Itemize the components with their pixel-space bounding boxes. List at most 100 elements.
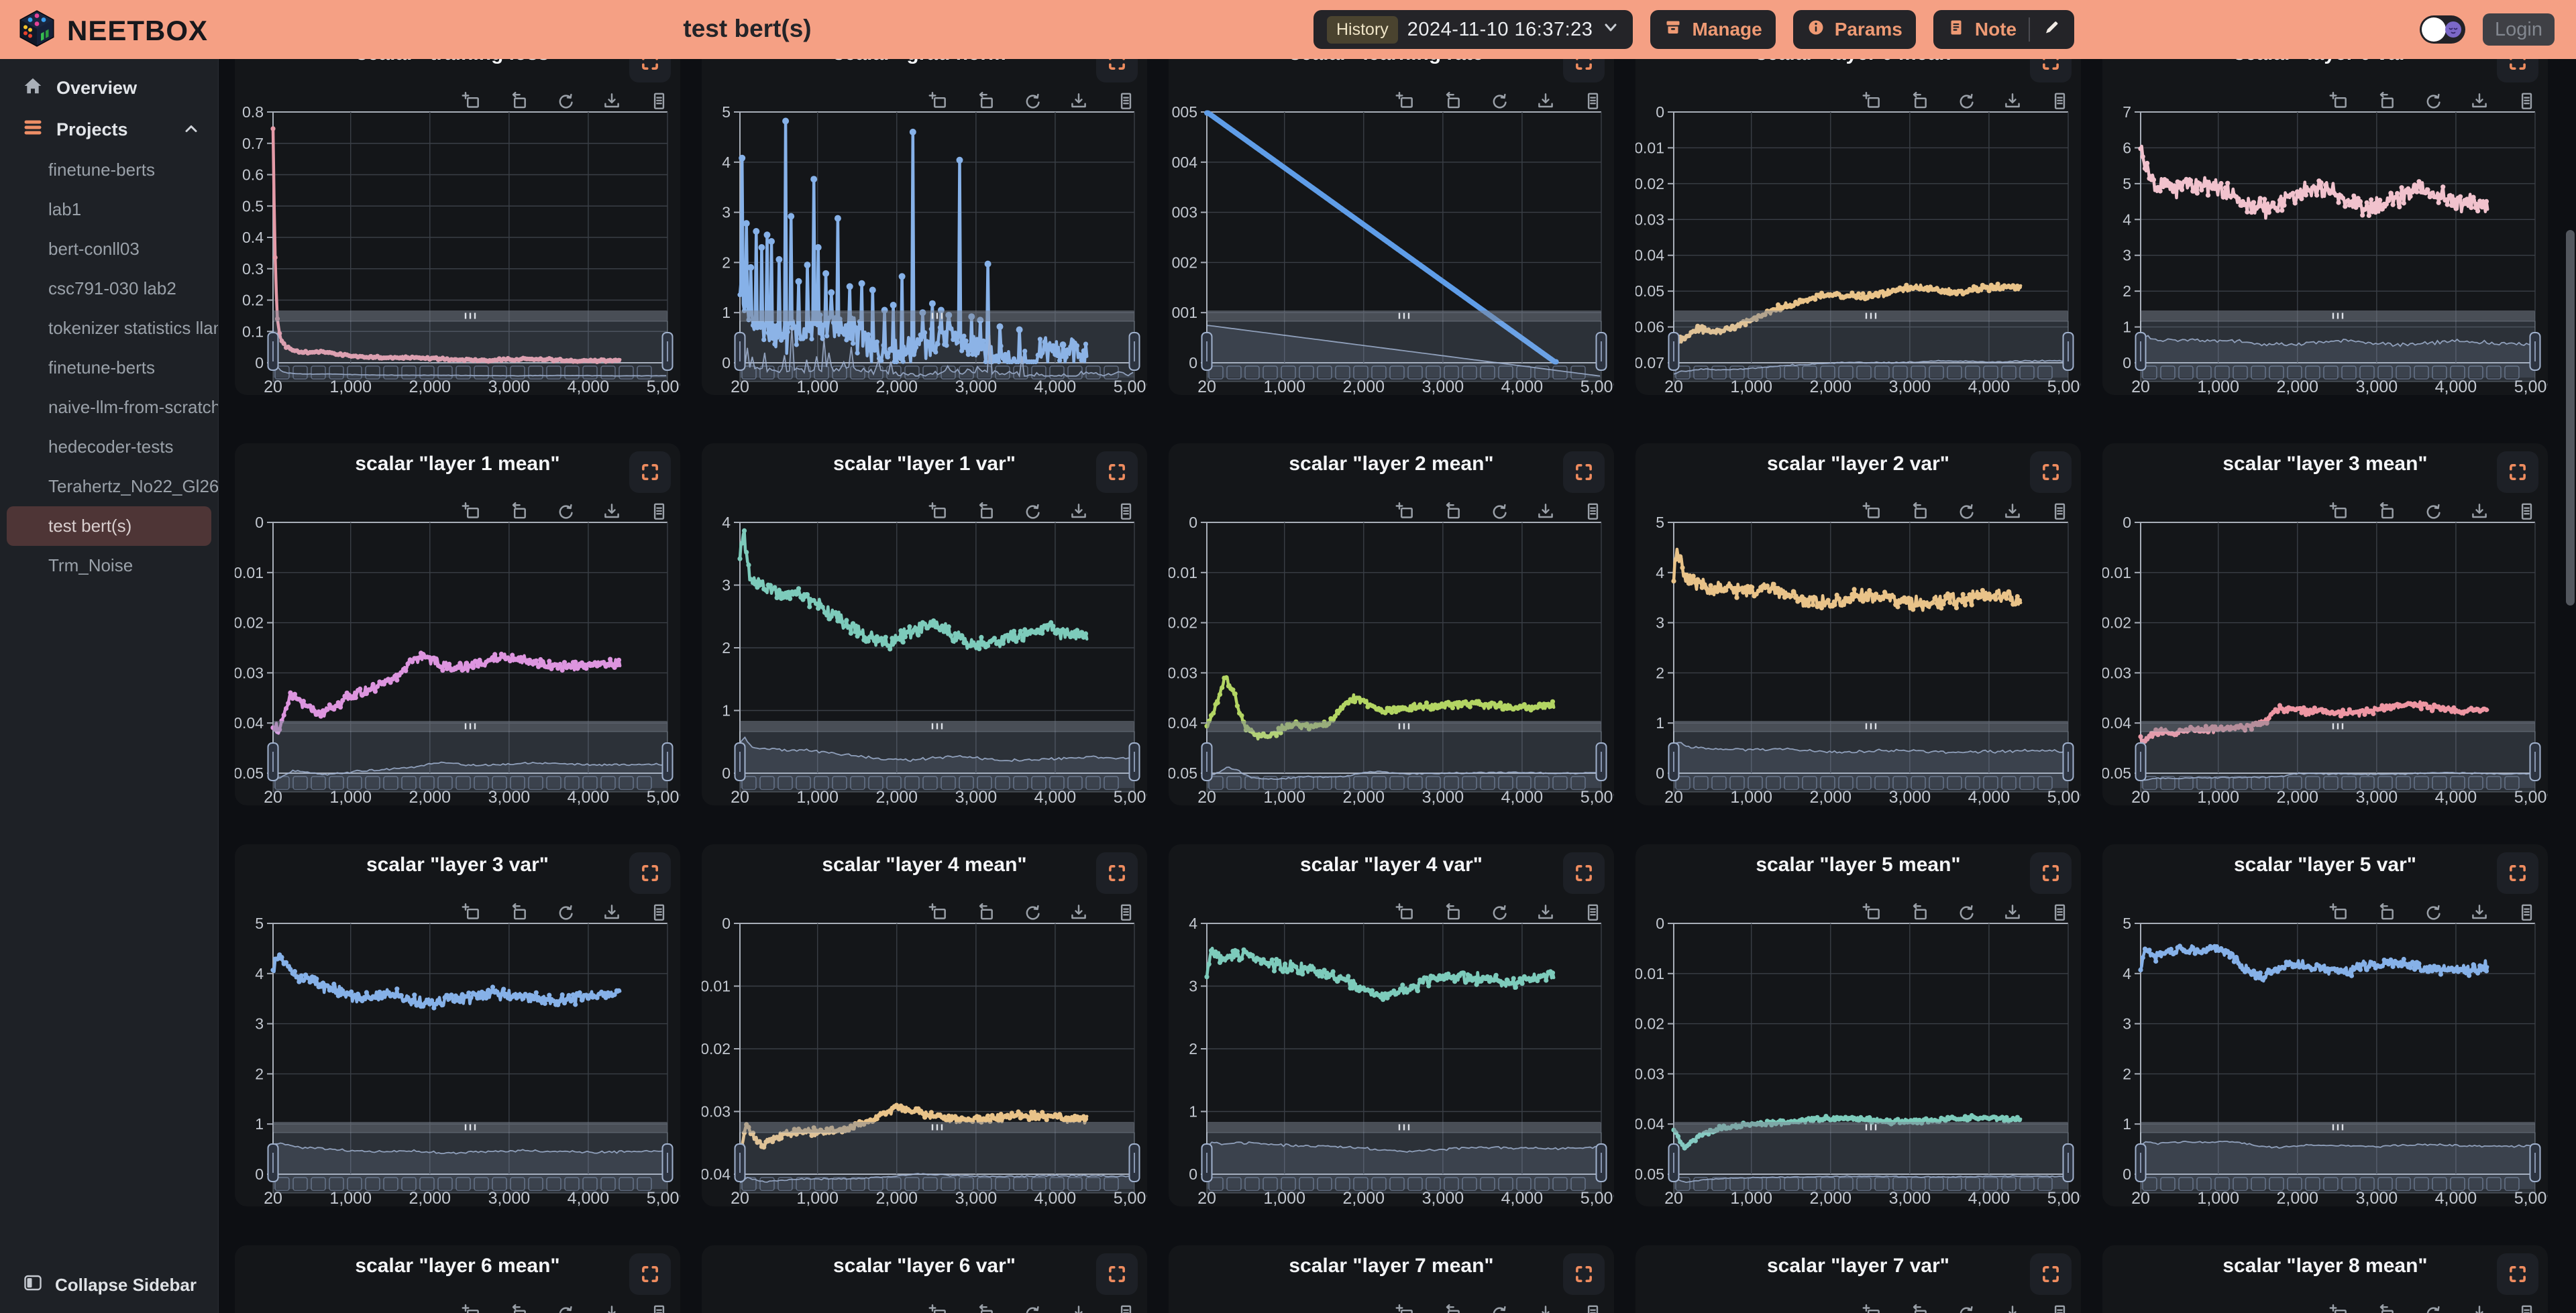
chart-plot-area[interactable]: 0.80.70.60.50.40.30.20.10201,0002,0003,0… <box>235 33 680 395</box>
toolbox-save-image-icon[interactable] <box>601 902 623 923</box>
toolbox-zoom-reset-icon[interactable] <box>507 902 529 923</box>
toolbox-zoom-reset-icon[interactable] <box>1908 501 1929 522</box>
chart-plot-area[interactable]: 543210201,0002,0003,0004,0005,000 <box>1635 443 2081 805</box>
chart-canvas[interactable]: 0050040030020010201,0002,0003,0004,0005,… <box>1169 33 1614 395</box>
toolbox-save-image-icon[interactable] <box>2469 91 2490 112</box>
toolbox-restore-icon[interactable] <box>1021 1303 1042 1313</box>
note-button[interactable]: Note <box>1933 10 2074 49</box>
edit-note-pencil-icon[interactable] <box>2042 18 2061 42</box>
toolbox-data-view-icon[interactable] <box>2049 91 2070 112</box>
sidebar-project-item[interactable]: lab1 <box>0 190 218 229</box>
chart-plot-area[interactable]: 00.010.020.030.04201,0002,0003,0004,0005… <box>702 844 1147 1206</box>
toolbox-zoom-reset-icon[interactable] <box>974 1303 996 1313</box>
theme-toggle[interactable] <box>2420 15 2465 44</box>
toolbox-data-view-icon[interactable] <box>1582 501 1603 522</box>
toolbox-restore-icon[interactable] <box>1955 501 1976 522</box>
sidebar-project-item[interactable]: test bert(s) <box>7 506 211 546</box>
toolbox-data-view-icon[interactable] <box>1582 91 1603 112</box>
chart-plot-area[interactable]: 543210201,0002,0003,0004,0005,000 <box>702 33 1147 395</box>
toolbox-zoom-reset-icon[interactable] <box>1441 902 1462 923</box>
toolbox-box-zoom-icon[interactable] <box>1394 501 1415 522</box>
manage-button[interactable]: Manage <box>1650 10 1775 49</box>
toolbox-box-zoom-icon[interactable] <box>1394 91 1415 112</box>
toolbox-zoom-reset-icon[interactable] <box>2375 91 2396 112</box>
sidebar-project-item[interactable]: naive-llm-from-scratch <box>0 388 218 427</box>
toolbox-data-view-icon[interactable] <box>2049 501 2070 522</box>
toolbox-box-zoom-icon[interactable] <box>1861 501 1882 522</box>
toolbox-data-view-icon[interactable] <box>2049 1303 2070 1313</box>
toolbox-data-view-icon[interactable] <box>648 91 669 112</box>
toolbox-restore-icon[interactable] <box>2422 91 2443 112</box>
sidebar-item-overview[interactable]: Overview <box>0 67 218 109</box>
toolbox-save-image-icon[interactable] <box>1068 902 1089 923</box>
chart-plot-area[interactable]: 543210201,0002,0003,0004,0005,000 <box>2102 844 2548 1206</box>
toolbox-data-view-icon[interactable] <box>1582 902 1603 923</box>
toolbox-zoom-reset-icon[interactable] <box>1908 902 1929 923</box>
toolbox-box-zoom-icon[interactable] <box>927 902 949 923</box>
chart-plot-area[interactable]: 43210201,0002,0003,0004,0005,000 <box>1169 844 1614 1206</box>
chart-plot-area[interactable]: 00.010.020.030.040.05201,0002,0003,0004,… <box>1169 443 1614 805</box>
toolbox-box-zoom-icon[interactable] <box>1861 91 1882 112</box>
chart-canvas[interactable]: 0.80.70.60.50.40.30.20.10201,0002,0003,0… <box>235 33 680 395</box>
toolbox-zoom-reset-icon[interactable] <box>507 501 529 522</box>
toolbox-data-view-icon[interactable] <box>1115 902 1136 923</box>
toolbox-zoom-reset-icon[interactable] <box>507 1303 529 1313</box>
toolbox-restore-icon[interactable] <box>1021 91 1042 112</box>
toolbox-data-view-icon[interactable] <box>2516 91 2537 112</box>
toolbox-zoom-reset-icon[interactable] <box>1441 91 1462 112</box>
expand-chart-button[interactable] <box>2030 451 2072 493</box>
expand-chart-button[interactable] <box>2497 451 2538 493</box>
toolbox-zoom-reset-icon[interactable] <box>1908 1303 1929 1313</box>
toolbox-data-view-icon[interactable] <box>1115 501 1136 522</box>
expand-chart-button[interactable] <box>1096 451 1138 493</box>
sidebar-project-item[interactable]: hedecoder-tests <box>0 427 218 467</box>
expand-chart-button[interactable] <box>2497 1253 2538 1295</box>
chart-canvas[interactable]: 543210201,0002,0003,0004,0005,000 <box>235 844 680 1206</box>
chart-canvas[interactable]: 00.010.020.030.04201,0002,0003,0004,0005… <box>702 844 1147 1206</box>
sidebar-project-item[interactable]: finetune-berts <box>0 150 218 190</box>
toolbox-zoom-reset-icon[interactable] <box>1908 91 1929 112</box>
chart-canvas[interactable]: 43210201,0002,0003,0004,0005,000 <box>1169 844 1614 1206</box>
chart-canvas[interactable]: 00.010.020.030.040.05201,0002,0003,0004,… <box>1169 443 1614 805</box>
chart-plot-area[interactable]: 00.010.020.030.040.050.060.07201,0002,00… <box>1635 33 2081 395</box>
toolbox-zoom-reset-icon[interactable] <box>2375 1303 2396 1313</box>
toolbox-box-zoom-icon[interactable] <box>460 902 482 923</box>
expand-chart-button[interactable] <box>629 852 671 894</box>
chart-plot-area[interactable]: 76543210201,0002,0003,0004,0005,000 <box>2102 33 2548 395</box>
toolbox-zoom-reset-icon[interactable] <box>1441 501 1462 522</box>
sidebar-project-item[interactable]: csc791-030 lab2 <box>0 269 218 308</box>
toolbox-save-image-icon[interactable] <box>2002 902 2023 923</box>
toolbox-box-zoom-icon[interactable] <box>460 501 482 522</box>
chart-canvas[interactable]: 543210201,0002,0003,0004,0005,000 <box>2102 844 2548 1206</box>
toolbox-restore-icon[interactable] <box>1021 501 1042 522</box>
chart-plot-area[interactable]: 00.010.020.030.040.05201,0002,0003,0004,… <box>235 443 680 805</box>
chart-canvas[interactable]: 00.010.020.030.040.050.060.07201,0002,00… <box>1635 33 2081 395</box>
toolbox-restore-icon[interactable] <box>554 91 576 112</box>
chart-canvas[interactable]: 00.010.020.030.040.05201,0002,0003,0004,… <box>235 443 680 805</box>
toolbox-restore-icon[interactable] <box>1488 902 1509 923</box>
toolbox-save-image-icon[interactable] <box>601 501 623 522</box>
vertical-scrollbar[interactable] <box>2566 59 2575 1313</box>
toolbox-data-view-icon[interactable] <box>648 1303 669 1313</box>
toolbox-box-zoom-icon[interactable] <box>460 1303 482 1313</box>
expand-chart-button[interactable] <box>2497 852 2538 894</box>
toolbox-box-zoom-icon[interactable] <box>1394 1303 1415 1313</box>
toolbox-zoom-reset-icon[interactable] <box>974 501 996 522</box>
chart-canvas[interactable]: 543210201,0002,0003,0004,0005,000 <box>702 33 1147 395</box>
toolbox-box-zoom-icon[interactable] <box>2328 501 2349 522</box>
toolbox-box-zoom-icon[interactable] <box>460 91 482 112</box>
sidebar-project-item[interactable]: finetune-berts <box>0 348 218 388</box>
toolbox-data-view-icon[interactable] <box>2049 902 2070 923</box>
toolbox-zoom-reset-icon[interactable] <box>2375 501 2396 522</box>
expand-chart-button[interactable] <box>1096 1253 1138 1295</box>
toolbox-save-image-icon[interactable] <box>1535 91 1556 112</box>
chart-canvas[interactable]: 00.010.020.030.040.05201,0002,0003,0004,… <box>1635 844 2081 1206</box>
toolbox-save-image-icon[interactable] <box>601 1303 623 1313</box>
toolbox-box-zoom-icon[interactable] <box>1394 902 1415 923</box>
toolbox-data-view-icon[interactable] <box>1115 91 1136 112</box>
toolbox-save-image-icon[interactable] <box>1535 501 1556 522</box>
toolbox-restore-icon[interactable] <box>1488 501 1509 522</box>
expand-chart-button[interactable] <box>2030 852 2072 894</box>
params-button[interactable]: Params <box>1793 10 1916 49</box>
toolbox-data-view-icon[interactable] <box>2516 1303 2537 1313</box>
